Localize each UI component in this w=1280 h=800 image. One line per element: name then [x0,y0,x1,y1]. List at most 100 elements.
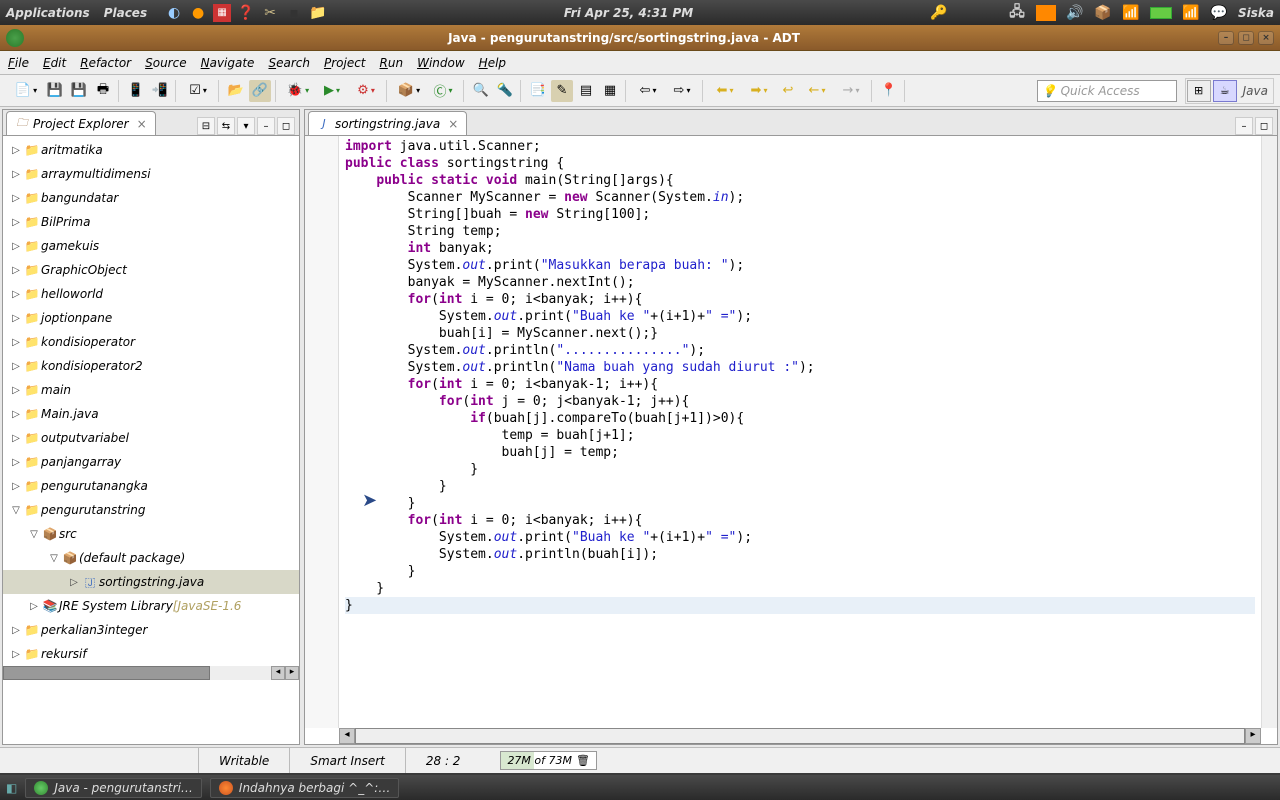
package-icon[interactable]: 📦 [1094,4,1112,22]
tree-item[interactable]: ▷📁 panjangarray [3,450,299,474]
sdk-button[interactable]: 📱 [125,80,147,102]
tree-item[interactable]: ▽📦 (default package) [3,546,299,570]
maximize-view-button[interactable]: ◻ [277,117,295,135]
update-icon[interactable]: ● [189,4,207,22]
tree-item[interactable]: ▽📦 src [3,522,299,546]
tree-item[interactable]: ▷📁 Main.java [3,402,299,426]
marker-button[interactable]: ✎ [551,80,573,102]
tree-twisty-icon[interactable]: ▷ [9,385,23,396]
tree-twisty-icon[interactable]: ▷ [9,169,23,180]
outline-button[interactable]: ▤ [575,80,597,102]
tree-twisty-icon[interactable]: ▷ [9,193,23,204]
tree-twisty-icon[interactable]: ▷ [9,313,23,324]
menu-places[interactable]: Places [104,6,147,20]
volume-icon[interactable]: 🔊 [1066,4,1084,22]
tree-twisty-icon[interactable]: ▷ [9,409,23,420]
tree-twisty-icon[interactable]: ▷ [27,601,41,612]
view-menu-button[interactable]: ▾ [237,117,255,135]
tree-item[interactable]: ▷📚 JRE System Library [JavaSE-1.6 [3,594,299,618]
tree-twisty-icon[interactable]: ▷ [9,457,23,468]
tree-twisty-icon[interactable]: ▷ [9,649,23,660]
menu-help[interactable]: Help [479,56,506,70]
avd-button[interactable]: 📲 [149,80,171,102]
menu-file[interactable]: File [8,56,29,70]
tree-item[interactable]: ▷📁 joptionpane [3,306,299,330]
ext-button[interactable]: ⚙ [350,80,382,102]
prev-ann-button[interactable]: ⇦ [632,80,664,102]
tree-item[interactable]: ▷📁 kondisioperator [3,330,299,354]
search-button[interactable]: 🔦 [494,80,516,102]
tree-twisty-icon[interactable]: ▷ [9,433,23,444]
tree-twisty-icon[interactable]: ▷ [9,481,23,492]
newpkg-button[interactable]: 📦 [393,80,425,102]
tree-item[interactable]: ▷📁 kondisioperator2 [3,354,299,378]
new-button[interactable]: 📄 [10,80,42,102]
code-area[interactable]: import java.util.Scanner; public class s… [339,136,1261,728]
panel-clock[interactable]: Fri Apr 25, 4:31 PM [564,6,693,20]
tree-item[interactable]: ▽📁 pengurutanstring [3,498,299,522]
tree-item[interactable]: ▷📁 rekursif [3,642,299,666]
scroll-left-icon[interactable]: ◂ [339,728,355,744]
saveall-button[interactable]: 💾 [68,80,90,102]
debug-button[interactable]: 🐞 [282,80,314,102]
menu-edit[interactable]: Edit [43,56,66,70]
wifi-icon[interactable]: 📶 [1122,4,1140,22]
tree-item[interactable]: ▷📁 GraphicObject [3,258,299,282]
menu-window[interactable]: Window [417,56,465,70]
heap-status[interactable]: 27M of 73M 🗑 [500,751,597,770]
notify-icon[interactable] [1036,5,1056,21]
minimize-view-button[interactable]: – [257,117,275,135]
show-desktop-icon[interactable]: ◧ [6,781,17,795]
tree-twisty-icon[interactable]: ▽ [27,529,41,540]
tree-item[interactable]: ▷🇯 sortingstring.java [3,570,299,594]
tree-item[interactable]: ▷📁 aritmatika [3,138,299,162]
tree-twisty-icon[interactable]: ▽ [47,553,61,564]
tree-twisty-icon[interactable]: ▷ [9,265,23,276]
scroll-right-icon[interactable]: ▸ [1245,728,1261,744]
tree-twisty-icon[interactable]: ▷ [9,145,23,156]
tree-twisty-icon[interactable]: ▷ [9,361,23,372]
opentype2-button[interactable]: 🔍 [470,80,492,102]
tree-item[interactable]: ▷📁 bangundatar [3,186,299,210]
menu-refactor[interactable]: Refactor [80,56,131,70]
tree-item[interactable]: ▷📁 BilPrima [3,210,299,234]
collapse-all-button[interactable]: ⊟ [197,117,215,135]
back-button[interactable]: ⬅ [709,80,741,102]
lint-button[interactable]: ☑ [182,80,214,102]
tree-hscrollbar[interactable]: ◂▸ [3,666,299,680]
battery-icon[interactable] [1150,7,1172,19]
project-explorer-tab[interactable]: 🗀 Project Explorer × [6,111,156,135]
nav-back-button[interactable]: ← [801,80,833,102]
close-button[interactable]: × [1258,31,1274,45]
menu-project[interactable]: Project [324,56,366,70]
terminal-icon[interactable]: ▪ [285,4,303,22]
tree-item[interactable]: ▷📁 helloworld [3,282,299,306]
taskbar-item-browser[interactable]: Indahnya berbagi ^_^:… [210,778,399,798]
tree-twisty-icon[interactable]: ▷ [9,337,23,348]
close-tab-icon[interactable]: × [448,117,458,131]
key-icon[interactable]: 🔑 [930,4,948,22]
open-type-button[interactable]: 📂 [225,80,247,102]
files-icon[interactable]: 📁 [309,4,327,22]
tree-twisty-icon[interactable]: ▷ [9,625,23,636]
editor-tab[interactable]: J sortingstring.java × [308,111,467,135]
taskbar-item-eclipse[interactable]: Java - pengurutanstri… [25,778,202,798]
help-icon[interactable]: ❓ [237,4,255,22]
tree-item[interactable]: ▷📁 perkalian3integer [3,618,299,642]
props-button[interactable]: ▦ [599,80,621,102]
fwd-button[interactable]: ➡ [743,80,775,102]
panel-user[interactable]: Siska [1238,6,1274,20]
window-titlebar[interactable]: Java - pengurutanstring/src/sortingstrin… [0,25,1280,51]
minimize-editor-button[interactable]: – [1235,117,1253,135]
newclass-button[interactable]: Ⓒ [427,80,459,102]
project-tree[interactable]: ▷📁 aritmatika▷📁 arraymultidimensi▷📁 bang… [3,136,299,744]
open-perspective-button[interactable]: ⊞ [1187,80,1211,102]
overview-ruler[interactable] [1261,136,1277,728]
last-edit-button[interactable]: ↩ [777,80,799,102]
save-button[interactable]: 💾 [44,80,66,102]
tree-twisty-icon[interactable]: ▷ [9,217,23,228]
java-perspective-button[interactable]: ☕ [1213,80,1237,102]
gc-icon[interactable]: 🗑 [576,754,590,767]
maximize-editor-button[interactable]: ◻ [1255,117,1273,135]
minimize-button[interactable]: – [1218,31,1234,45]
